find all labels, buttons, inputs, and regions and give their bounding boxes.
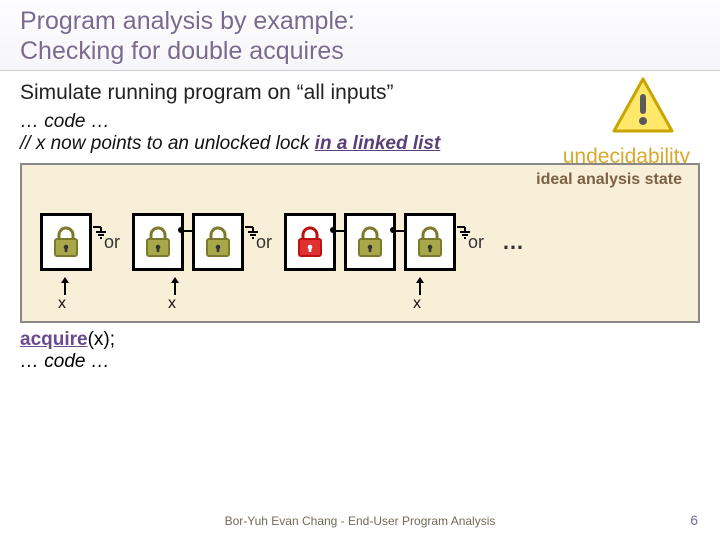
lock-cell: [132, 213, 184, 271]
title-line-1: Program analysis by example:: [20, 7, 355, 35]
x-label: x: [58, 295, 66, 313]
after-code-block: acquire(x); … code …: [0, 323, 720, 379]
lock-cell: [192, 213, 244, 271]
acquire-keyword: acquire: [20, 329, 88, 350]
lock-cell: [344, 213, 396, 271]
page-number: 6: [690, 512, 698, 528]
lock-icon-red: [295, 225, 325, 259]
slide-title: Program analysis by example: Checking fo…: [20, 6, 700, 66]
comment-prefix: // x now points to an unlocked lock: [20, 133, 315, 154]
lock-cell: [404, 213, 456, 271]
lock-cell: [40, 213, 92, 271]
ideal-label: ideal analysis state: [536, 171, 682, 189]
lock-cell: [284, 213, 336, 271]
arrow-up-icon: [170, 277, 180, 295]
title-line-2: Checking for double acquires: [20, 37, 344, 65]
ground-icon: [245, 224, 259, 242]
ideal-analysis-box: ideal analysis state or: [20, 163, 700, 323]
slide-title-block: Program analysis by example: Checking fo…: [0, 0, 720, 71]
lock-icon: [415, 225, 445, 259]
lock-icon: [51, 225, 81, 259]
ground-icon: [457, 224, 471, 242]
linked-list-phrase: in a linked list: [315, 133, 441, 154]
acquire-line: acquire(x);: [20, 329, 700, 351]
after-code-line: … code …: [20, 351, 700, 373]
x-label: x: [168, 295, 176, 313]
code-line-1: … code …: [20, 111, 700, 133]
x-label: x: [413, 295, 421, 313]
ellipsis: …: [496, 229, 524, 255]
lock-icon: [203, 225, 233, 259]
arrow-up-icon: [415, 277, 425, 295]
arrow-up-icon: [60, 277, 70, 295]
lock-icon: [355, 225, 385, 259]
acquire-args: (x);: [88, 329, 115, 350]
lock-icon: [143, 225, 173, 259]
state-row: or or: [40, 213, 680, 271]
warning-icon: [611, 76, 675, 136]
ground-icon: [93, 224, 107, 242]
x-pointer-row: x x x: [40, 277, 680, 317]
footer: Bor-Yuh Evan Chang - End-User Program An…: [0, 514, 720, 528]
